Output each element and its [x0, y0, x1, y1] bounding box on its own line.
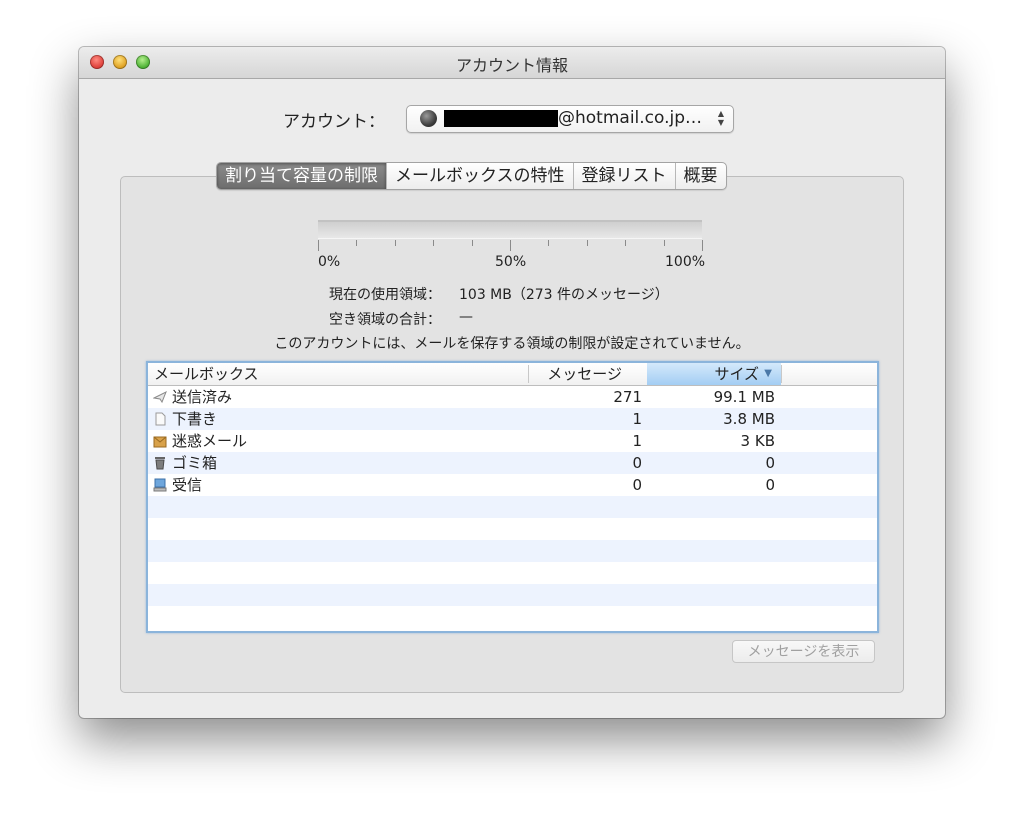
up-down-arrows-icon: ▲ ▼ [717, 109, 725, 127]
message-count: 1 [632, 432, 642, 450]
empty-row [148, 540, 877, 562]
free-space-line: 空き領域の合計： — [329, 309, 473, 329]
inbox-icon [153, 478, 167, 492]
quota-meter [318, 220, 702, 239]
meter-tick [471, 240, 473, 246]
trash-icon [153, 456, 167, 470]
sent-icon [153, 390, 167, 404]
empty-row [148, 518, 877, 540]
quota-notice: このアカウントには、メールを保存する領域の制限が設定されていません。 [274, 336, 750, 352]
account-value: @hotmail.co.jp… [558, 108, 703, 128]
column-header-mailbox[interactable]: メールボックス [154, 363, 259, 385]
mailbox-name: 迷惑メール [172, 432, 248, 450]
mailbox-name: 下書き [172, 410, 218, 428]
empty-row [148, 584, 877, 606]
table-row[interactable]: 迷惑メール 1 3 KB [148, 430, 877, 452]
account-info-window: アカウント情報 アカウント： @hotmail.co.jp… ▲ ▼ 割り当て容量… [79, 47, 945, 718]
meter-tick [702, 240, 703, 251]
message-count: 0 [632, 454, 642, 472]
meter-tick [318, 240, 319, 251]
mailbox-name: ゴミ箱 [172, 454, 218, 472]
free-space-label: 空き領域の合計： [329, 312, 441, 328]
empty-row [148, 496, 877, 518]
mailbox-size: 0 [765, 476, 775, 494]
meter-tick [510, 240, 511, 251]
free-space-value: — [459, 309, 473, 325]
junk-icon [153, 434, 167, 448]
meter-tick [394, 240, 396, 246]
message-count: 0 [632, 476, 642, 494]
table-row[interactable]: 送信済み 271 99.1 MB [148, 386, 877, 408]
tab-bar: 割り当て容量の制限 メールボックスの特性 登録リスト 概要 [216, 162, 727, 190]
table-row[interactable]: ゴミ箱 0 0 [148, 452, 877, 474]
meter-tick [356, 240, 358, 246]
account-label: アカウント： [283, 112, 385, 132]
current-usage-value: 103 MB（273 件のメッセージ） [459, 287, 669, 303]
meter-tick [433, 240, 435, 246]
mailbox-name: 受信 [172, 476, 203, 494]
meter-tick [663, 240, 665, 246]
column-header-messages[interactable]: メッセージ [528, 365, 644, 383]
show-messages-button[interactable]: メッセージを表示 [732, 640, 875, 663]
tick-label-start: 0% [318, 254, 341, 270]
tick-label-mid: 50% [495, 254, 527, 270]
table-row[interactable]: 受信 0 0 [148, 474, 877, 496]
column-header-size[interactable]: サイズ ▼ [647, 363, 781, 385]
meter-tick [586, 240, 588, 246]
mailbox-size: 99.1 MB [713, 388, 775, 406]
empty-row [148, 562, 877, 584]
tab-quota-limit[interactable]: 割り当て容量の制限 [217, 163, 386, 189]
tick-label-end: 100% [665, 254, 706, 270]
message-count: 271 [613, 388, 642, 406]
mailbox-size: 3.8 MB [723, 410, 775, 428]
tab-subscription-list[interactable]: 登録リスト [572, 163, 675, 189]
globe-icon [420, 110, 437, 127]
quota-meter-ticks [318, 240, 704, 252]
meter-tick [625, 240, 627, 246]
tab-mailbox-behaviors[interactable]: メールボックスの特性 [386, 163, 573, 189]
tab-summary[interactable]: 概要 [674, 163, 726, 189]
sort-descending-icon: ▼ [764, 368, 772, 379]
mailbox-table[interactable]: メールボックス メッセージ サイズ ▼ 送信済み 271 99.1 MB 下書き… [146, 361, 879, 633]
mailbox-size: 3 KB [740, 432, 775, 450]
title-bar[interactable]: アカウント情報 [79, 47, 945, 79]
empty-row [148, 606, 877, 628]
current-usage-line: 現在の使用領域： 103 MB（273 件のメッセージ） [329, 284, 669, 304]
table-row[interactable]: 下書き 1 3.8 MB [148, 408, 877, 430]
mailbox-size: 0 [765, 454, 775, 472]
window-title: アカウント情報 [455, 56, 568, 75]
account-popup-button[interactable]: @hotmail.co.jp… ▲ ▼ [406, 105, 734, 133]
meter-tick [548, 240, 550, 246]
redacted-address [444, 110, 558, 127]
current-usage-label: 現在の使用領域： [329, 287, 441, 303]
table-header: メールボックス メッセージ サイズ ▼ [148, 363, 877, 386]
message-count: 1 [632, 410, 642, 428]
drafts-icon [153, 412, 167, 426]
column-header-size-label: サイズ [714, 365, 759, 383]
column-divider [781, 365, 782, 383]
mailbox-name: 送信済み [172, 388, 233, 406]
